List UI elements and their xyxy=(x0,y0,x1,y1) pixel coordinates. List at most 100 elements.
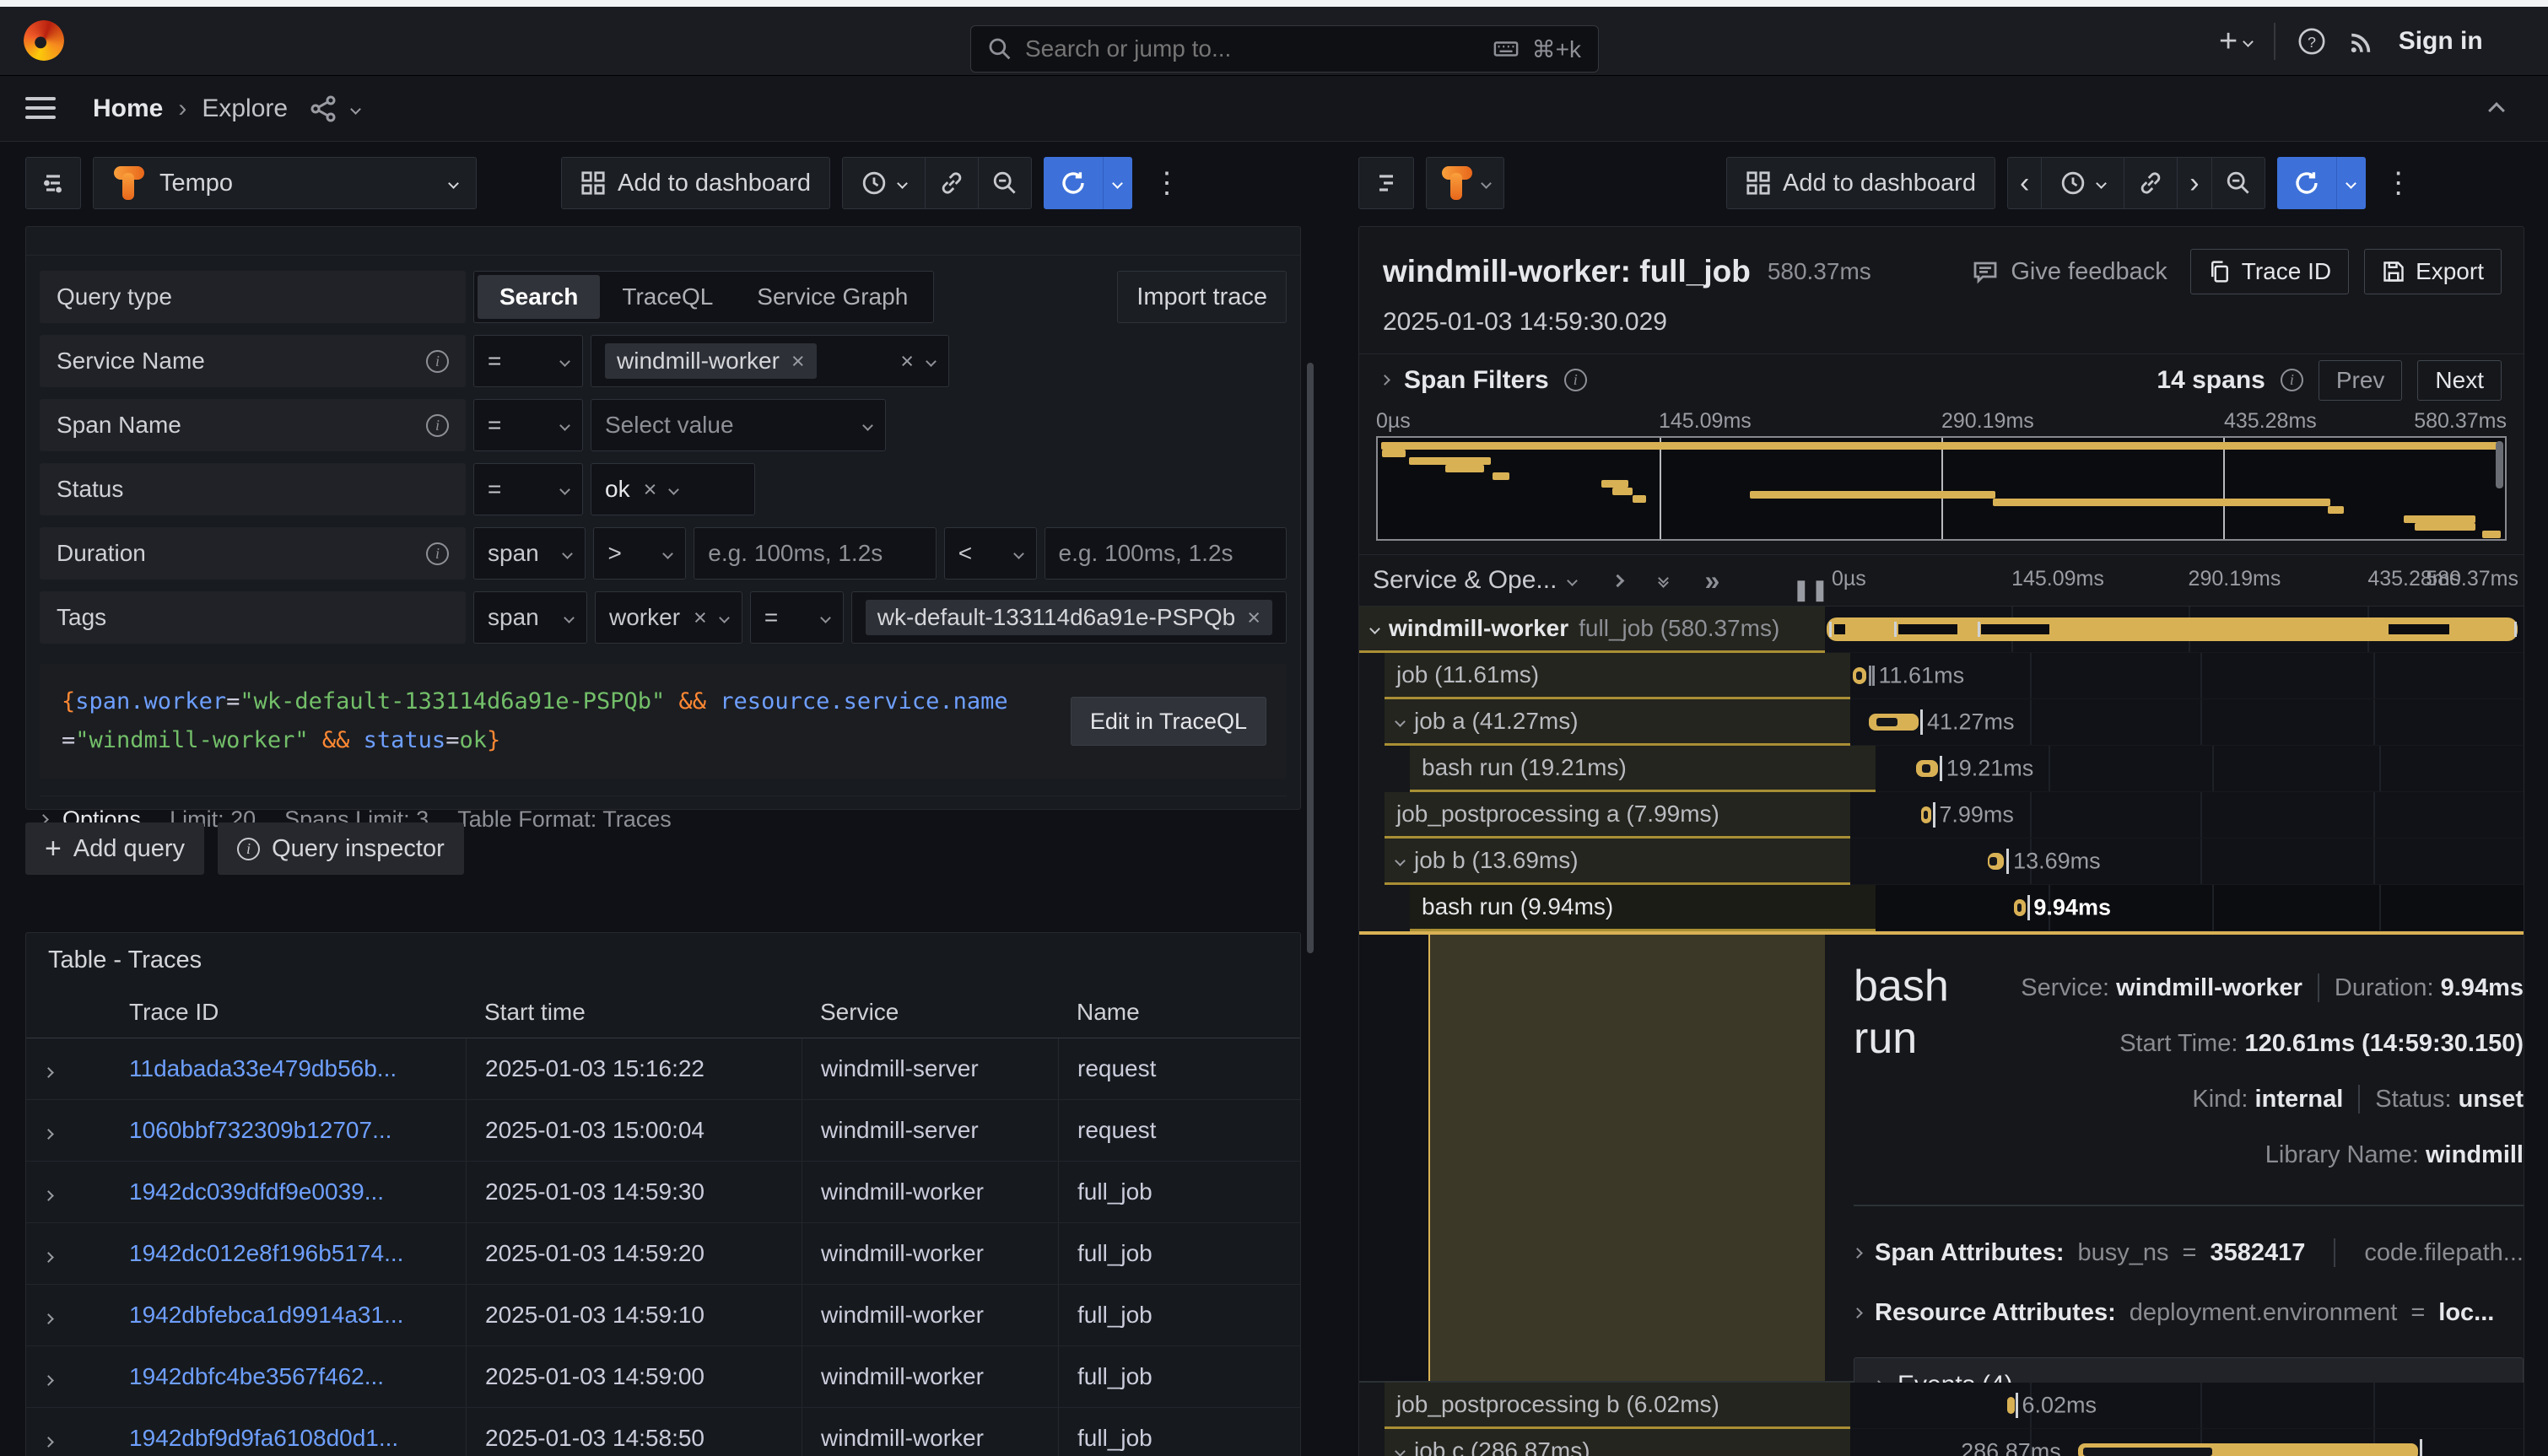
edit-in-traceql-button[interactable]: Edit in TraceQL xyxy=(1071,697,1266,746)
span-bar[interactable] xyxy=(1916,760,1938,777)
add-query-button[interactable]: +Add query xyxy=(25,822,204,875)
table-row[interactable]: 1060bbf732309b12707... 2025-01-03 15:00:… xyxy=(26,1100,1300,1162)
span-bar[interactable] xyxy=(1853,667,1866,684)
services-column-header[interactable]: Service & Ope... xyxy=(1373,566,1576,595)
trace-id-link[interactable]: 1942dbfebca1d9914a31... xyxy=(129,1302,403,1328)
span-attributes-toggle[interactable]: Span Attributes: busy_ns=3582417 code.fi… xyxy=(1854,1238,2524,1267)
new-menu-button[interactable]: + xyxy=(2219,24,2252,60)
tab-search[interactable]: Search xyxy=(478,275,600,319)
span-row-selected[interactable]: bash run (9.94ms) 9.94ms xyxy=(1359,885,2524,931)
table-row[interactable]: 1942dbf9d9fa6108d0d1... 2025-01-03 14:58… xyxy=(26,1408,1300,1456)
time-shift-left-button[interactable]: ‹ xyxy=(2007,157,2042,209)
link-split-button-right[interactable] xyxy=(2124,157,2178,209)
duration-lt-operator[interactable]: < xyxy=(944,527,1037,580)
tags-key[interactable]: worker× xyxy=(595,591,742,644)
trace-id-link[interactable]: 1942dc012e8f196b5174... xyxy=(129,1240,403,1266)
table-row[interactable]: 1942dc012e8f196b5174... 2025-01-03 14:59… xyxy=(26,1223,1300,1285)
trace-id-link[interactable]: 1060bbf732309b12707... xyxy=(129,1117,391,1143)
search-field[interactable] xyxy=(1025,35,1480,62)
trace-id-link[interactable]: 1942dc039dfdf9e0039... xyxy=(129,1178,384,1205)
close-icon[interactable]: × xyxy=(644,478,657,501)
expand-row-icon[interactable] xyxy=(43,1313,54,1324)
collapse-all-icon[interactable] xyxy=(1660,574,1667,586)
status-value[interactable]: ok× xyxy=(591,463,755,515)
minimap-scroll-thumb[interactable] xyxy=(2496,441,2503,488)
col-trace-id[interactable]: Trace ID xyxy=(111,999,466,1026)
expand-all-icon[interactable]: » xyxy=(1704,565,1719,596)
grafana-logo[interactable] xyxy=(24,20,64,61)
service-name-value[interactable]: windmill-worker× × xyxy=(591,335,949,387)
expand-row-icon[interactable] xyxy=(43,1252,54,1263)
close-icon[interactable]: × xyxy=(1247,607,1261,629)
run-query-dropdown-right[interactable] xyxy=(2336,157,2366,209)
datasource-picker-right[interactable] xyxy=(1426,157,1504,209)
add-to-dashboard-button-right[interactable]: Add to dashboard xyxy=(1726,157,1995,209)
span-bar[interactable] xyxy=(1869,714,1918,731)
sign-in-link[interactable]: Sign in xyxy=(2399,27,2483,56)
share-icon[interactable] xyxy=(310,95,337,122)
export-button[interactable]: Export xyxy=(2364,249,2502,294)
duration-gt-operator[interactable]: > xyxy=(593,527,686,580)
col-service[interactable]: Service xyxy=(802,986,1058,1038)
trace-minimap[interactable] xyxy=(1376,436,2507,541)
collapse-icon[interactable] xyxy=(1395,716,1406,727)
link-split-button[interactable] xyxy=(926,157,979,209)
col-start-time[interactable]: Start time xyxy=(466,986,802,1038)
collapse-icon[interactable] xyxy=(1369,623,1380,634)
span-name-operator[interactable]: = xyxy=(473,399,583,451)
time-picker-button[interactable] xyxy=(842,157,926,209)
span-row[interactable]: job a (41.27ms) 41.27ms xyxy=(1359,699,2524,746)
col-name[interactable]: Name xyxy=(1058,986,1300,1038)
next-span-button[interactable]: Next xyxy=(2417,360,2502,401)
run-query-button-right[interactable] xyxy=(2277,157,2336,209)
clear-icon[interactable]: × xyxy=(900,350,914,373)
table-row[interactable]: 1942dbfc4be3567f462... 2025-01-03 14:59:… xyxy=(26,1346,1300,1408)
search-input[interactable]: ⌘+k xyxy=(970,25,1599,73)
import-trace-button[interactable]: Import trace xyxy=(1117,271,1287,323)
expand-row-icon[interactable] xyxy=(43,1190,54,1201)
zoom-out-button-right[interactable] xyxy=(2212,157,2265,209)
datasource-picker[interactable]: Tempo xyxy=(93,157,477,209)
tab-service-graph[interactable]: Service Graph xyxy=(735,275,930,319)
news-rss-icon[interactable] xyxy=(2348,27,2377,56)
resource-attributes-toggle[interactable]: Resource Attributes: deployment.environm… xyxy=(1854,1299,2524,1327)
run-query-dropdown[interactable] xyxy=(1103,157,1132,209)
span-bar[interactable] xyxy=(1827,617,2518,641)
expand-row-icon[interactable] xyxy=(43,1129,54,1140)
run-query-button[interactable] xyxy=(1044,157,1103,209)
span-bar[interactable] xyxy=(2007,1397,2015,1414)
trace-id-button[interactable]: Trace ID xyxy=(2190,249,2349,294)
panel-kebab-menu[interactable]: ⋮ xyxy=(1144,166,1190,200)
span-row[interactable]: job_postprocessing a (7.99ms) 7.99ms xyxy=(1359,792,2524,839)
span-row[interactable]: job_postprocessing b (6.02ms) 6.02ms xyxy=(1359,1383,2524,1429)
span-bar[interactable] xyxy=(2078,1443,2418,1456)
status-operator[interactable]: = xyxy=(473,463,583,515)
query-outline-button-right[interactable] xyxy=(1358,157,1414,209)
table-row[interactable]: 1942dc039dfdf9e0039... 2025-01-03 14:59:… xyxy=(26,1162,1300,1223)
span-filters-label[interactable]: Span Filters xyxy=(1404,366,1549,395)
tab-traceql[interactable]: TraceQL xyxy=(600,275,735,319)
span-row[interactable]: job c (286.87ms) 286.87ms xyxy=(1359,1429,2524,1456)
tags-value-chip[interactable]: wk-default-133114d6a91e-PSPQb× xyxy=(866,600,1272,635)
service-name-operator[interactable]: = xyxy=(473,335,583,387)
span-row[interactable]: job (11.61ms) 11.61ms xyxy=(1359,653,2524,699)
query-inspector-button[interactable]: iQuery inspector xyxy=(218,822,464,875)
span-bar[interactable] xyxy=(1988,853,2005,870)
trace-id-link[interactable]: 1942dbf9d9fa6108d0d1... xyxy=(129,1425,398,1451)
prev-span-button[interactable]: Prev xyxy=(2319,360,2403,401)
tags-value[interactable]: wk-default-133114d6a91e-PSPQb× xyxy=(851,591,1287,644)
duration-scope[interactable]: span xyxy=(473,527,586,580)
span-row[interactable]: bash run (19.21ms) 19.21ms xyxy=(1359,746,2524,792)
expand-row-icon[interactable] xyxy=(43,1067,54,1078)
duration-min-input[interactable]: e.g. 100ms, 1.2s xyxy=(694,527,936,580)
expand-one-icon[interactable] xyxy=(1611,574,1625,587)
close-icon[interactable]: × xyxy=(694,607,707,629)
tags-scope[interactable]: span xyxy=(473,591,587,644)
duration-max-input[interactable]: e.g. 100ms, 1.2s xyxy=(1045,527,1287,580)
mega-menu-toggle[interactable] xyxy=(25,91,56,125)
span-row[interactable]: job b (13.69ms) 13.69ms xyxy=(1359,839,2524,885)
table-row[interactable]: 1942dbfebca1d9914a31... 2025-01-03 14:59… xyxy=(26,1285,1300,1346)
time-picker-button-right[interactable] xyxy=(2042,157,2124,209)
breadcrumb-explore[interactable]: Explore xyxy=(202,94,288,123)
chevron-down-icon[interactable] xyxy=(350,104,361,115)
